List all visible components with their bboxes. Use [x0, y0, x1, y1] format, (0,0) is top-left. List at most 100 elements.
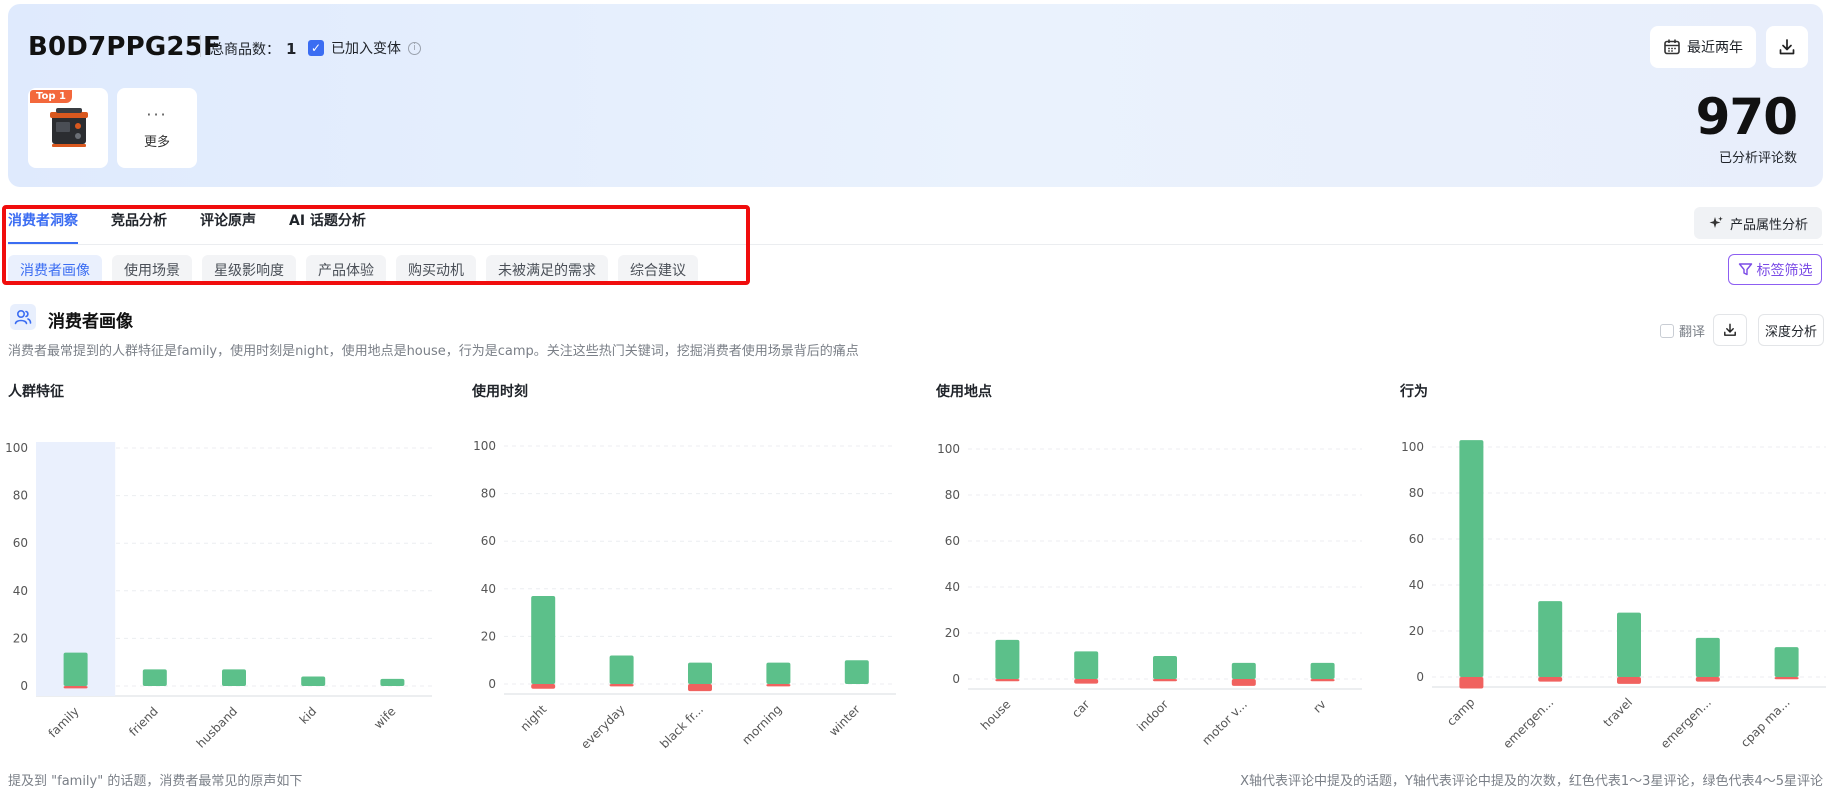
y-tick-label: 60	[1409, 532, 1424, 546]
filter-icon	[1738, 263, 1752, 276]
total-products-value: 1	[286, 40, 297, 58]
bar-negative	[531, 684, 556, 689]
total-products: 总商品数： 1	[210, 39, 296, 59]
x-category-label: camp	[1444, 695, 1477, 728]
bar-positive	[222, 669, 246, 686]
y-tick-label: 60	[945, 534, 960, 548]
y-tick-label: 20	[945, 626, 960, 640]
y-tick-label: 0	[20, 679, 28, 693]
bar-positive	[1074, 651, 1099, 679]
y-tick-label: 80	[13, 489, 28, 503]
header-divider	[200, 35, 201, 57]
deep-analysis-button[interactable]: 深度分析	[1758, 314, 1824, 346]
bar-positive	[844, 660, 869, 684]
x-category-label: car	[1069, 697, 1092, 720]
x-category-label: motor v...	[1199, 697, 1250, 748]
chart-title: 使用地点	[935, 383, 992, 400]
bar-negative	[1695, 677, 1720, 682]
section-download-button[interactable]	[1713, 314, 1747, 346]
bar-positive	[1459, 440, 1484, 677]
x-category-label: family	[46, 704, 82, 740]
y-tick-label: 100	[5, 441, 28, 455]
y-tick-label: 40	[945, 580, 960, 594]
download-icon	[1779, 39, 1795, 55]
variant-checkbox[interactable]: ✓ 已加入变体 i	[308, 38, 421, 58]
y-tick-label: 60	[481, 534, 496, 548]
bar-positive	[531, 595, 556, 684]
bar-negative	[1538, 677, 1563, 682]
product-thumbnail[interactable]: Top 1	[28, 88, 108, 168]
sparkle-icon	[1709, 216, 1723, 228]
review-count: 970	[1695, 88, 1798, 146]
x-category-label: morning	[739, 702, 784, 747]
charts-area: 人群特征 0 20 40 60 80 100 family friend husband kid wi…	[5, 383, 1826, 752]
more-products-button[interactable]: ··· 更多	[117, 88, 197, 168]
y-tick-label: 40	[481, 582, 496, 596]
header-download-button[interactable]	[1766, 26, 1808, 68]
bar-positive	[142, 669, 167, 686]
bar-positive	[380, 678, 405, 686]
bar-negative	[609, 684, 634, 687]
bar-positive	[1231, 662, 1256, 679]
y-tick-label: 0	[1416, 670, 1424, 684]
y-tick-label: 60	[13, 536, 28, 550]
bar-positive	[1774, 647, 1799, 677]
x-category-label: house	[978, 697, 1013, 732]
chart-title: 人群特征	[8, 383, 64, 400]
x-category-label: rv	[1310, 697, 1328, 715]
y-tick-label: 40	[1409, 578, 1424, 592]
review-count-label: 已分析评论数	[1718, 151, 1797, 166]
translate-label: 翻译	[1679, 325, 1706, 340]
x-category-label: wife	[371, 704, 398, 731]
x-category-label: cpap ma...	[1738, 695, 1793, 750]
bar-positive	[688, 662, 712, 684]
bar-negative	[688, 684, 712, 692]
bar-positive	[995, 639, 1020, 679]
bar-negative	[995, 679, 1020, 682]
translate-checkbox[interactable]: 翻译	[1660, 321, 1705, 340]
bar-positive	[1538, 601, 1563, 677]
bar-negative	[63, 686, 88, 689]
date-range-button[interactable]: 最近两年	[1650, 26, 1756, 68]
chart-title: 使用时刻	[471, 383, 528, 400]
x-category-label: kid	[297, 704, 320, 727]
calendar-icon	[1664, 39, 1680, 55]
bar-negative	[1231, 679, 1256, 686]
x-category-label: emergen...	[1658, 695, 1714, 751]
product-attribute-analysis-button[interactable]: 产品属性分析	[1694, 207, 1822, 239]
section-title: 消费者画像	[48, 312, 133, 332]
footer-axis-legend: X轴代表评论中提及的话题，Y轴代表评论中提及的次数，红色代表1～3星评论，绿色代…	[1240, 774, 1823, 789]
y-tick-label: 80	[481, 487, 496, 501]
bar-negative	[1310, 679, 1335, 682]
y-tick-label: 0	[488, 677, 496, 691]
y-tick-label: 100	[1401, 440, 1424, 454]
tag-filter-button[interactable]: 标签筛选	[1728, 254, 1822, 285]
bar-positive	[609, 655, 634, 684]
y-tick-label: 20	[481, 629, 496, 643]
bar-negative	[1459, 677, 1484, 689]
y-tick-label: 80	[945, 488, 960, 502]
bar-positive	[1617, 612, 1641, 677]
y-tick-label: 100	[473, 439, 496, 453]
checkbox-checked-icon[interactable]: ✓	[308, 40, 324, 56]
product-attribute-analysis-label: 产品属性分析	[1729, 217, 1808, 233]
x-category-label: night	[518, 702, 550, 734]
bar-positive	[766, 662, 791, 684]
product-header-card: B0D7PPG25F 总商品数： 1 ✓ 已加入变体 i Top 1 ··· 更多	[8, 4, 1823, 187]
y-tick-label: 0	[952, 672, 960, 686]
y-tick-label: 20	[1409, 624, 1424, 638]
bar-negative	[766, 684, 791, 687]
product-asin: B0D7PPG25F	[28, 32, 221, 62]
download-icon	[1724, 323, 1736, 336]
info-icon[interactable]: i	[408, 41, 421, 55]
x-category-label: everyday	[578, 702, 627, 751]
y-tick-label: 100	[937, 442, 960, 456]
checkbox-unchecked-icon[interactable]	[1660, 323, 1674, 338]
date-range-label: 最近两年	[1687, 40, 1743, 56]
bar-negative	[1617, 677, 1641, 684]
x-category-label: indoor	[1134, 697, 1171, 734]
y-tick-label: 20	[13, 631, 28, 645]
tag-filter-label: 标签筛选	[1756, 262, 1813, 279]
x-category-label: emergen...	[1500, 695, 1556, 751]
chart-title: 行为	[1399, 383, 1428, 400]
